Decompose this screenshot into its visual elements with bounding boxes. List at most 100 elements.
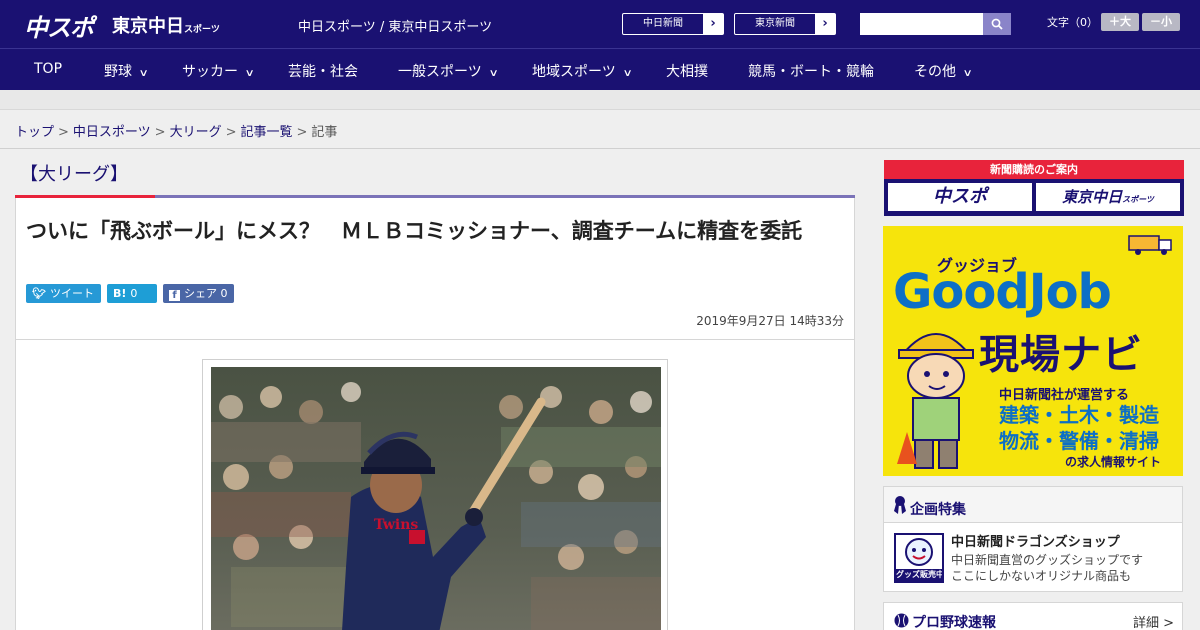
truck-icon — [1128, 235, 1172, 255]
nav-label: サッカー — [182, 64, 238, 80]
breadcrumb: トップ > 中日スポーツ > 大リーグ > 記事一覧 > 記事 — [15, 121, 337, 140]
font-size-label: 文字（0） — [1047, 16, 1098, 29]
chunichi-shimbun-label: 中日新聞 — [643, 18, 683, 29]
chevron-right-icon: › — [703, 14, 723, 34]
facebook-share-label: シェア — [184, 287, 217, 300]
facebook-icon: f — [169, 290, 180, 301]
main-nav: TOP 野球 ∨ サッカー ∨ 芸能・社会 一般スポーツ ∨ 地域スポーツ ∨ 大相撲 … — [0, 48, 1200, 90]
nav-label: 一般スポーツ — [398, 64, 482, 80]
nav-item-local-sports[interactable]: 地域スポーツ ∨ — [532, 61, 633, 81]
chevron-down-icon: ∨ — [962, 68, 973, 79]
chevron-down-icon: ∨ — [138, 68, 149, 79]
divider — [0, 148, 1200, 149]
chuspo-logo[interactable]: 中スポ — [24, 8, 94, 43]
baseball-batter-photo: Twins — [211, 367, 661, 630]
breadcrumb-sep: > — [58, 125, 69, 140]
article-headline: ついに「飛ぶボール」にメス？ ＭＬＢコミッショナー、調査チームに精査を委託 — [26, 219, 803, 243]
feature-header: 企画特集 — [884, 487, 1182, 523]
tweet-button[interactable]: 🐦︎ ツイート — [26, 284, 101, 303]
subscription-chuspo[interactable]: 中スポ — [888, 183, 1032, 211]
article-photo-frame: Twins — [202, 359, 668, 630]
nav-label: 野球 — [104, 64, 132, 80]
chevron-right-icon: › — [815, 14, 835, 34]
worker-mascot-icon — [897, 333, 974, 469]
pro-baseball-more-link[interactable]: 詳細 > — [1133, 612, 1174, 630]
breadcrumb-current: 記事 — [311, 125, 338, 140]
pro-baseball-box: プロ野球速報 詳細 > — [883, 602, 1183, 630]
site-name: 中日スポーツ / 東京中日スポーツ — [298, 20, 493, 35]
breadcrumb-chunichi-sports[interactable]: 中日スポーツ — [73, 125, 151, 140]
nav-item-general-sports[interactable]: 一般スポーツ ∨ — [398, 61, 499, 81]
tweet-label: ツイート — [49, 287, 94, 300]
search-input[interactable] — [860, 13, 983, 35]
nav-label: その他 — [914, 64, 956, 80]
chevron-down-icon: ∨ — [244, 68, 255, 79]
tokyo-chunichi-logo[interactable]: 東京中日スポーツ — [112, 12, 220, 38]
nav-label: 芸能・社会 — [288, 64, 358, 80]
hatena-count: 0 — [130, 287, 138, 300]
divider — [16, 339, 854, 340]
hatena-bookmark-button[interactable]: B! 0 — [107, 284, 157, 303]
sub-band — [0, 90, 1200, 110]
section-title: 【大リーグ】 — [20, 164, 128, 185]
tokyo-shimbun-label: 東京新聞 — [755, 18, 795, 29]
subscription-tokyo-text: 東京中日 — [1062, 188, 1123, 206]
dragons-shop-thumbnail[interactable]: グッズ販売中 — [894, 533, 944, 583]
nav-item-other[interactable]: その他 ∨ — [914, 61, 973, 81]
breadcrumb-sep: > — [154, 125, 166, 140]
nav-label: 地域スポーツ — [532, 64, 616, 80]
feature-desc-line1: 中日新聞直営のグッズショップです — [951, 553, 1144, 567]
nav-item-soccer[interactable]: サッカー ∨ — [182, 61, 255, 81]
twitter-icon: 🐦︎ — [32, 287, 46, 300]
nav-item-baseball[interactable]: 野球 ∨ — [104, 61, 149, 81]
font-smaller-button[interactable]: －小 — [1142, 13, 1180, 31]
feature-heading: 企画特集 — [910, 502, 966, 518]
breadcrumb-sep: > — [225, 125, 237, 140]
nav-label: 大相撲 — [666, 64, 708, 80]
chevron-down-icon: ∨ — [622, 68, 633, 79]
nav-label: 競馬・ボート・競輪 — [748, 64, 874, 80]
facebook-count: 0 — [220, 287, 228, 300]
nav-item-entertainment[interactable]: 芸能・社会 — [288, 61, 358, 81]
tokyo-shimbun-button[interactable]: 東京新聞 › — [734, 13, 836, 35]
breadcrumb-mlb[interactable]: 大リーグ — [170, 125, 222, 140]
feature-desc-line2: ここにしかないオリジナル商品も — [951, 569, 1132, 583]
feature-title[interactable]: 中日新聞ドラゴンズショップ — [951, 531, 1120, 550]
top-header: 中スポ 東京中日スポーツ 中日スポーツ / 東京中日スポーツ 中日新聞 › 東京… — [0, 0, 1200, 48]
breadcrumb-sep: > — [296, 125, 308, 140]
ad-operator: 中日新聞社が運営する — [999, 388, 1130, 403]
article-card: ついに「飛ぶボール」にメス？ ＭＬＢコミッショナー、調査チームに精査を委託 🐦︎… — [15, 198, 855, 630]
nav-item-keiba[interactable]: 競馬・ボート・競輪 — [748, 61, 874, 81]
search-button[interactable] — [983, 13, 1011, 35]
tokyo-logo-text: 東京中日 — [112, 16, 184, 37]
ad-footer: の求人情報サイト — [1065, 455, 1162, 469]
search-icon — [991, 18, 1003, 30]
feature-box: 企画特集 グッズ販売中 中日新聞ドラゴンズショップ 中日新聞直営のグッズショップ… — [883, 486, 1183, 592]
nav-label: TOP — [34, 61, 63, 77]
breadcrumb-article-list[interactable]: 記事一覧 — [241, 125, 293, 140]
breadcrumb-top[interactable]: トップ — [15, 125, 54, 140]
ad-brand: GoodJob — [893, 264, 1112, 320]
subscription-banner[interactable]: 新聞購読のご案内 中スポ 東京中日スポーツ — [884, 160, 1184, 216]
tokyo-logo-small: スポーツ — [184, 25, 220, 35]
feature-description: 中日新聞直営のグッズショップです ここにしかないオリジナル商品も — [951, 552, 1143, 584]
hatena-icon: B! — [113, 287, 127, 300]
font-larger-button[interactable]: ＋大 — [1101, 13, 1139, 31]
ad-jobs-line1: 建築・土木・製造 — [999, 403, 1159, 427]
thumb-caption: グッズ販売中 — [896, 570, 944, 579]
goodjob-ad-banner[interactable]: グッジョブ GoodJob 現場ナビ 中日新聞社が運営する 建築・土木・製造 物… — [883, 226, 1183, 476]
pro-baseball-title: プロ野球速報 — [912, 615, 996, 630]
article-date: 2019年9月27日 14時33分 — [696, 314, 844, 328]
subscription-tokyo-chunichi[interactable]: 東京中日スポーツ — [1036, 183, 1180, 211]
chevron-down-icon: ∨ — [488, 68, 499, 79]
article-photo[interactable]: Twins — [211, 367, 661, 630]
svg-text:Twins: Twins — [374, 517, 418, 533]
facebook-share-button[interactable]: f シェア 0 — [163, 284, 234, 303]
ad-subtitle: 現場ナビ — [979, 332, 1143, 378]
ad-jobs-line2: 物流・警備・清掃 — [999, 429, 1159, 453]
chunichi-shimbun-button[interactable]: 中日新聞 › — [622, 13, 724, 35]
nav-item-top[interactable]: TOP — [34, 61, 62, 77]
nav-item-sumo[interactable]: 大相撲 — [666, 61, 708, 81]
subscription-heading: 新聞購読のご案内 — [884, 160, 1184, 179]
ad-job-categories: 建築・土木・製造 物流・警備・清掃 — [999, 402, 1159, 454]
